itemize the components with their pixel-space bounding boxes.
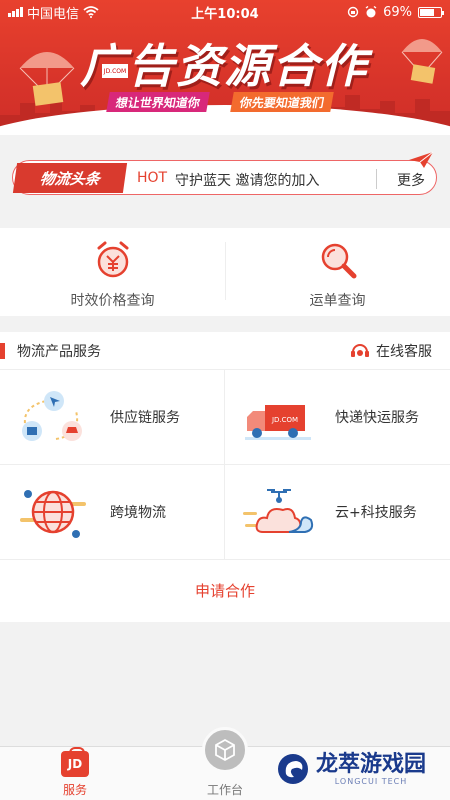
more-link[interactable]: 更多: [397, 170, 425, 190]
quick-tools: 时效价格查询 运单查询: [0, 228, 450, 316]
express-freight-service[interactable]: JD.COM 快递快运服务: [225, 370, 450, 465]
online-customer-service-link[interactable]: 在线客服: [350, 341, 432, 361]
banner-subtitle-right: 你先要知道我们: [230, 92, 334, 112]
magnifier-icon: [321, 243, 356, 279]
logistics-services: 物流产品服务 在线客服 供应链服务 JD.COM 快递快运服务 跨境物流 云+科…: [0, 332, 450, 622]
watermark-swirl-icon: [278, 754, 308, 784]
cloud-drone-icon: [243, 489, 314, 533]
tab-service[interactable]: JD 服务: [35, 747, 115, 798]
online-customer-service-label: 在线客服: [376, 343, 432, 360]
waybill-query-button[interactable]: 运单查询: [225, 228, 450, 316]
apply-cooperation-button[interactable]: 申请合作: [0, 560, 450, 621]
workbench-button[interactable]: [202, 727, 248, 773]
title-accent-bar: [0, 342, 5, 359]
app-screen: JD.COM 广告资源合作 想让世界知道你 你先要知道我们 中国电信 上午10:…: [0, 0, 450, 800]
battery-percent: 69%: [383, 4, 412, 20]
services-header: 物流产品服务 在线客服: [0, 332, 450, 370]
status-bar: 中国电信 上午10:04 69%: [0, 0, 450, 24]
truck-label: JD.COM: [271, 416, 298, 424]
headline-text[interactable]: 守护蓝天 邀请您的加入: [175, 170, 319, 190]
battery-icon: [418, 6, 444, 18]
cross-border-logistics-label: 跨境物流: [110, 505, 166, 521]
headline-divider: [376, 169, 377, 189]
cube-icon: [215, 738, 235, 762]
supply-chain-service[interactable]: 供应链服务: [0, 370, 225, 465]
supply-chain-icon: [22, 391, 82, 441]
cloud-tech-service[interactable]: 云+科技服务: [225, 465, 450, 560]
status-time: 上午10:04: [191, 6, 259, 22]
services-title: 物流产品服务: [0, 341, 101, 361]
hot-tag: HOT: [137, 170, 168, 186]
status-left: 中国电信: [8, 3, 158, 22]
services-grid: 供应链服务 JD.COM 快递快运服务 跨境物流 云+科技服务: [0, 370, 450, 560]
tab-workbench[interactable]: 工作台: [185, 781, 265, 798]
parachute-box-icon: [19, 52, 75, 106]
watermark-subtitle: LONGCUI TECH: [334, 776, 408, 786]
jd-bag-icon: JD: [61, 747, 89, 777]
banner-title: 广告资源合作: [80, 39, 368, 93]
wifi-icon: [83, 6, 99, 18]
logistics-headline-bar[interactable]: 物流头条 HOT 守护蓝天 邀请您的加入 更多: [12, 151, 437, 195]
services-title-text: 物流产品服务: [17, 343, 101, 360]
time-price-query-label: 时效价格查询: [70, 293, 155, 309]
tab-workbench-label: 工作台: [206, 783, 243, 797]
watermark-logo: 龙萃游戏园 LONGCUI TECH: [276, 752, 426, 786]
rotation-lock-icon: [347, 6, 359, 18]
watermark-title: 龙萃游戏园: [316, 751, 427, 777]
supply-chain-label: 供应链服务: [110, 410, 180, 426]
paper-plane-icon: [409, 151, 434, 168]
carrier: 中国电信: [27, 6, 80, 22]
headline-logo: 物流头条: [12, 163, 128, 193]
headset-icon: [351, 343, 369, 357]
parachute-box-icon-right: [401, 39, 443, 84]
delivery-truck-icon: JD.COM: [245, 405, 311, 440]
alarm-clock-yen-icon: [97, 241, 128, 278]
cloud-tech-label: 云+科技服务: [335, 505, 417, 521]
tab-service-label: 服务: [62, 783, 87, 797]
time-price-query-button[interactable]: 时效价格查询: [0, 228, 225, 316]
banner-subtitle-left: 想让世界知道你: [106, 92, 210, 112]
globe-icon: [20, 490, 86, 538]
status-right: 69%: [292, 4, 444, 20]
express-freight-label: 快递快运服务: [335, 410, 419, 426]
cross-border-logistics-service[interactable]: 跨境物流: [0, 465, 225, 560]
signal-icon: [8, 7, 23, 17]
alarm-icon: [365, 6, 377, 18]
waybill-query-label: 运单查询: [309, 293, 366, 309]
watermark-text-block: 龙萃游戏园 LONGCUI TECH: [316, 751, 427, 786]
